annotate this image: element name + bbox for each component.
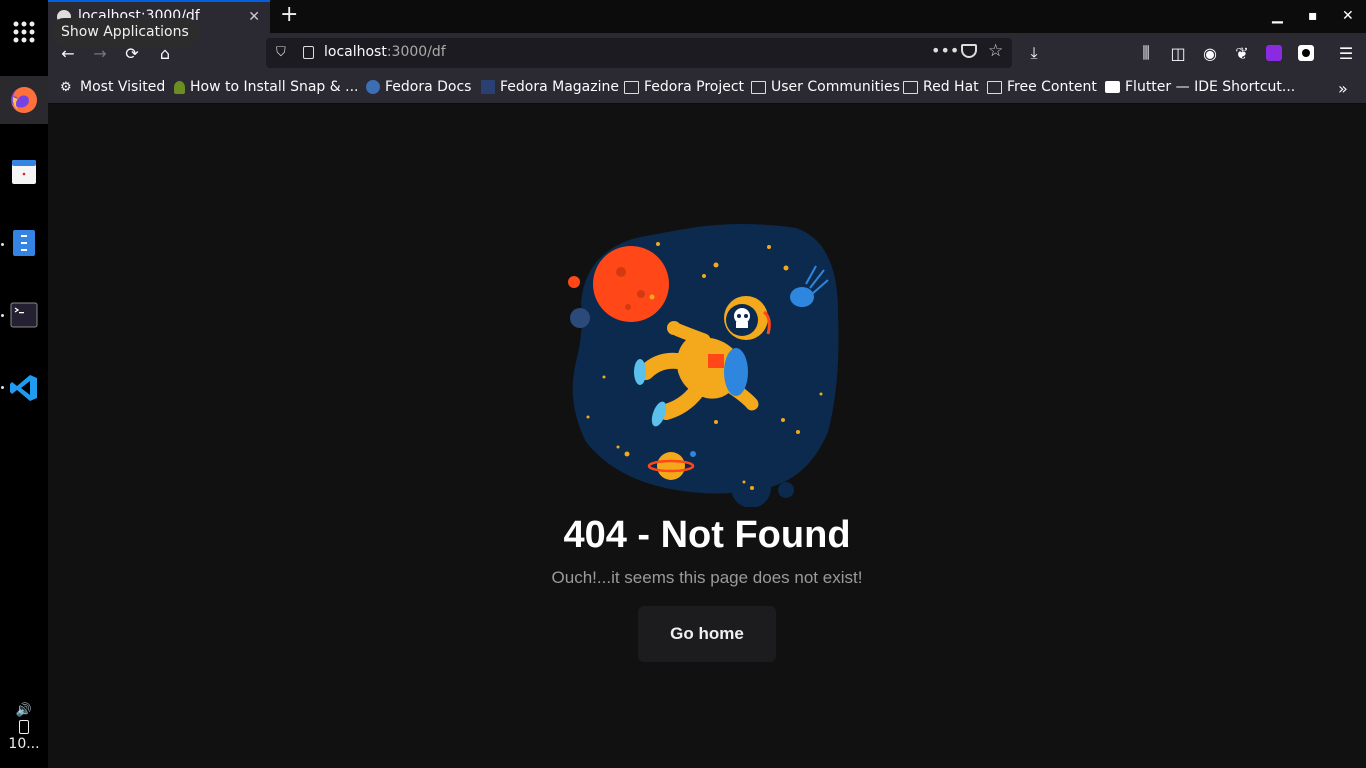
- bookmark-snap[interactable]: How to Install Snap & ...: [174, 79, 359, 95]
- url-host: localhost: [324, 44, 387, 60]
- clock-text: 10...: [8, 736, 40, 752]
- page-content: 404 - Not Found Ouch!...it seems this pa…: [48, 104, 1366, 768]
- files-icon: [13, 230, 35, 256]
- extension-purple-icon[interactable]: [1264, 43, 1284, 63]
- dock-terminal[interactable]: [0, 291, 48, 339]
- battery-icon: [19, 720, 29, 734]
- sidebar-icon[interactable]: ◫: [1168, 43, 1188, 63]
- terminal-icon: [10, 302, 38, 328]
- url-path: :3000/df: [386, 44, 446, 60]
- tab-bar: localhost:3000/df ✕ + ▁ ▪ ✕: [48, 0, 1366, 33]
- new-tab-button[interactable]: +: [280, 2, 298, 27]
- bookmark-fedora-docs[interactable]: Fedora Docs: [366, 79, 471, 95]
- page-info-icon[interactable]: [303, 46, 314, 59]
- bookmark-star-icon[interactable]: ☆: [988, 41, 1003, 61]
- folder-icon: [987, 80, 1002, 94]
- library-icon[interactable]: ⫼: [1136, 43, 1156, 63]
- bookmark-flutter[interactable]: Flutter — IDE Shortcut...: [1105, 79, 1295, 95]
- page-title: 404 - Not Found: [563, 514, 851, 556]
- menu-icon[interactable]: ☰: [1336, 43, 1356, 63]
- fedora-icon: [366, 80, 380, 94]
- folder-icon: [624, 80, 639, 94]
- close-window-button[interactable]: ✕: [1342, 8, 1354, 24]
- maximize-button[interactable]: ▪: [1308, 8, 1318, 24]
- extension-gnome-icon[interactable]: ❦: [1232, 43, 1252, 63]
- downloads-icon[interactable]: ⤓: [1024, 43, 1044, 63]
- snap-icon: [174, 80, 185, 94]
- bookmarks-bar: ⚙ Most Visited How to Install Snap & ... …: [48, 73, 1366, 104]
- firefox-icon: [11, 87, 37, 113]
- dock-firefox[interactable]: [0, 76, 48, 124]
- app-grid-icon: [13, 21, 35, 43]
- close-icon[interactable]: ✕: [248, 9, 260, 25]
- bookmark-most-visited[interactable]: ⚙ Most Visited: [60, 79, 165, 95]
- bookmark-fedora-magazine[interactable]: Fedora Magazine: [481, 79, 619, 95]
- system-status[interactable]: 🔊 10...: [0, 703, 48, 752]
- bookmarks-overflow-button[interactable]: »: [1338, 79, 1348, 98]
- nav-bar: ← → ⟳ ⌂ ⛉ localhost:3000/df ••• ☆ ⤓ ⫼ ◫ …: [48, 33, 1366, 73]
- dock: 🔊 10...: [0, 0, 48, 768]
- calendar-icon: [12, 160, 36, 184]
- show-applications-tooltip: Show Applications: [50, 18, 200, 47]
- url-text[interactable]: localhost:3000/df: [324, 44, 446, 60]
- shield-icon[interactable]: ⛉: [276, 45, 286, 60]
- go-home-button[interactable]: Go home: [638, 606, 776, 662]
- gear-icon: ⚙: [60, 79, 72, 95]
- folder-icon: [751, 80, 766, 94]
- fedora-magazine-icon: [481, 80, 495, 94]
- bookmark-red-hat[interactable]: Red Hat: [903, 79, 979, 95]
- page-subtitle: Ouch!...it seems this page does not exis…: [551, 568, 863, 587]
- bookmark-fedora-project[interactable]: Fedora Project: [624, 79, 744, 95]
- minimize-button[interactable]: ▁: [1272, 8, 1283, 24]
- flutter-icon: [1105, 81, 1120, 93]
- volume-icon: 🔊: [15, 703, 33, 718]
- dock-files[interactable]: [0, 219, 48, 267]
- show-applications-button[interactable]: [0, 8, 48, 56]
- page-actions-icon[interactable]: •••: [931, 41, 959, 60]
- folder-icon: [903, 80, 918, 94]
- extension-dark-icon[interactable]: [1296, 43, 1316, 63]
- pocket-icon[interactable]: [961, 44, 977, 58]
- bookmark-user-communities[interactable]: User Communities: [751, 79, 900, 95]
- dock-vscode[interactable]: [0, 364, 48, 412]
- dock-calendar[interactable]: [0, 148, 48, 196]
- bookmark-free-content[interactable]: Free Content: [987, 79, 1097, 95]
- account-icon[interactable]: ◉: [1200, 43, 1220, 63]
- astronaut-illustration: [568, 224, 839, 507]
- vscode-icon: [10, 375, 37, 401]
- url-bar[interactable]: ⛉ localhost:3000/df ••• ☆: [266, 38, 1012, 68]
